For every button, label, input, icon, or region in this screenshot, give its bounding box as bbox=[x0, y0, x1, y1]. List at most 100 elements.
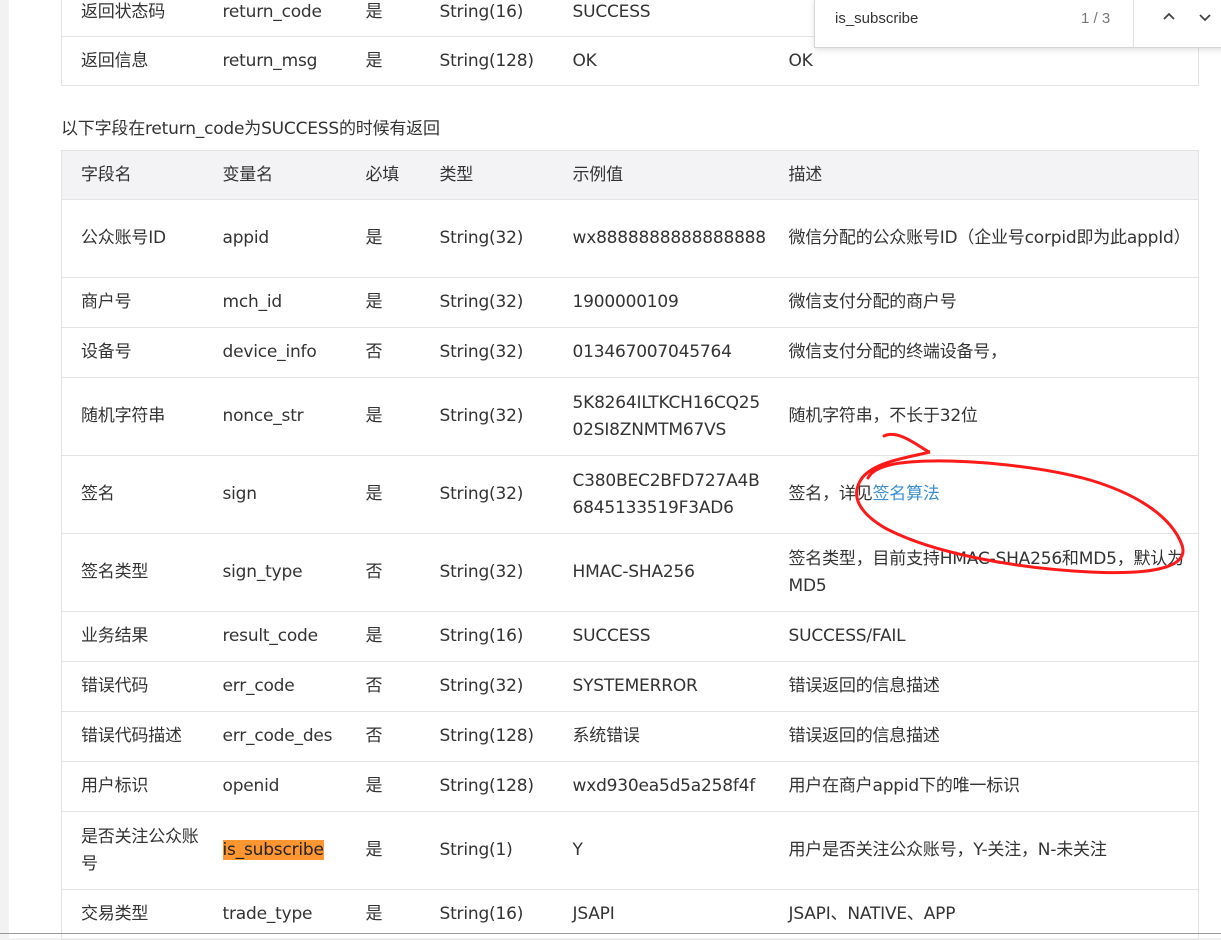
chevron-up-icon bbox=[1163, 12, 1175, 20]
field-name: 错误代码 bbox=[61, 661, 204, 712]
required: 否 bbox=[346, 711, 421, 762]
var-name: sign_type bbox=[203, 533, 347, 612]
var-name-text: trade_type bbox=[222, 904, 313, 924]
field-name: 返回状态码 bbox=[61, 0, 204, 37]
required-text: 是 bbox=[365, 406, 383, 426]
field-name: 签名类型 bbox=[61, 533, 204, 612]
example-text: HMAC-SHA256 bbox=[572, 562, 695, 582]
type-text: String(32) bbox=[439, 342, 524, 362]
required: 是 bbox=[346, 277, 421, 328]
example: JSAPI bbox=[553, 889, 770, 940]
description-text: 微信支付分配的终端设备号， bbox=[788, 342, 1008, 362]
type-text: String(32) bbox=[439, 228, 524, 248]
example: SYSTEMERROR bbox=[553, 661, 770, 712]
description: SUCCESS/FAIL bbox=[769, 611, 1199, 662]
required-text: 是 bbox=[365, 228, 383, 248]
type: String(16) bbox=[420, 889, 554, 940]
example: SUCCESS bbox=[553, 611, 770, 662]
type-text: String(32) bbox=[439, 484, 524, 504]
required: 是 bbox=[346, 377, 421, 456]
description-text: JSAPI、NATIVE、APP bbox=[788, 904, 956, 924]
table-row: 错误代码 err_code 否 String(32) SYSTEMERROR 错误返回的信… bbox=[61, 661, 1199, 712]
description: 微信支付分配的终端设备号， bbox=[769, 327, 1199, 378]
var-name-text: nonce_str bbox=[222, 406, 304, 426]
example-text: JSAPI bbox=[572, 904, 615, 924]
example: 系统错误 bbox=[553, 711, 770, 762]
sign-algorithm-link[interactable]: 签名算法 bbox=[873, 484, 940, 504]
type-text: String(16) bbox=[439, 626, 524, 646]
var-name-text: device_info bbox=[222, 342, 317, 362]
description: 错误返回的信息描述 bbox=[769, 661, 1199, 712]
required-text: 是 bbox=[365, 484, 383, 504]
example: OK bbox=[553, 36, 770, 86]
type-text: String(128) bbox=[439, 726, 534, 746]
required: 是 bbox=[346, 611, 421, 662]
required: 否 bbox=[346, 327, 421, 378]
field-name-text: 签名 bbox=[81, 484, 115, 504]
field-name: 是否关注公众账号 bbox=[61, 811, 204, 890]
type-text: String(1) bbox=[439, 840, 513, 860]
table-header-row: 字段名 变量名 必填 类型 示例值 描述 bbox=[61, 150, 1199, 200]
example: SUCCESS bbox=[553, 0, 770, 37]
table-row: 错误代码描述 err_code_des 否 String(128) 系统错误 错误返回的信… bbox=[61, 711, 1199, 762]
example: C380BEC2BFD727A4B6845133519F3AD6 bbox=[553, 455, 770, 534]
example-text: wxd930ea5d5a258f4f bbox=[572, 776, 756, 796]
description: JSAPI、NATIVE、APP bbox=[769, 889, 1199, 940]
table-row: 签名 sign 是 String(32) C380BEC2BFD727A4B684513… bbox=[61, 455, 1199, 534]
field-name: 签名 bbox=[61, 455, 204, 534]
description: 用户在商户appid下的唯一标识 bbox=[769, 761, 1199, 812]
required-text: 否 bbox=[365, 676, 383, 696]
example-text: 013467007045764 bbox=[572, 342, 732, 362]
field-name: 错误代码描述 bbox=[61, 711, 204, 762]
description: 随机字符串，不长于32位 bbox=[769, 377, 1199, 456]
field-name-text: 错误代码描述 bbox=[81, 726, 182, 746]
required-text: 否 bbox=[365, 562, 383, 582]
field-name-text: 随机字符串 bbox=[81, 406, 165, 426]
example: 013467007045764 bbox=[553, 327, 770, 378]
find-prev-button[interactable] bbox=[1158, 6, 1180, 28]
type: String(32) bbox=[420, 277, 554, 328]
var-name: openid bbox=[203, 761, 347, 812]
var-name: err_code_des bbox=[203, 711, 347, 762]
find-input[interactable]: is_subscribe bbox=[835, 10, 918, 27]
example: 5K8264ILTKCH16CQ2502SI8ZNMTM67VS bbox=[553, 377, 770, 456]
example: 1900000109 bbox=[553, 277, 770, 328]
table-row: 公众账号ID appid 是 String(32) wx8888888888888888… bbox=[61, 199, 1199, 278]
header-example: 示例值 bbox=[553, 150, 770, 200]
var-name-text: result_code bbox=[222, 626, 319, 646]
var-name: device_info bbox=[203, 327, 347, 378]
table-row: 设备号 device_info 否 String(32) 013467007045764… bbox=[61, 327, 1199, 378]
type: String(16) bbox=[420, 0, 554, 37]
var-name-text: err_code_des bbox=[222, 726, 333, 746]
var-name: result_code bbox=[203, 611, 347, 662]
description-text: 错误返回的信息描述 bbox=[788, 676, 940, 696]
type: String(32) bbox=[420, 455, 554, 534]
example-text: C380BEC2BFD727A4B6845133519F3AD6 bbox=[572, 470, 760, 518]
description-text: 签名类型，目前支持HMAC-SHA256和MD5，默认为MD5 bbox=[788, 548, 1185, 596]
search-highlight: is_subscribe bbox=[222, 840, 324, 860]
type-text: String(32) bbox=[439, 292, 524, 312]
type-text: String(16) bbox=[439, 904, 524, 924]
field-name: 设备号 bbox=[61, 327, 204, 378]
type: String(1) bbox=[420, 811, 554, 890]
var-name: err_code bbox=[203, 661, 347, 712]
header-type: 类型 bbox=[420, 150, 554, 200]
find-bar: is_subscribe 1 / 3 bbox=[814, 0, 1221, 48]
example: wx8888888888888888 bbox=[553, 199, 770, 278]
find-next-button[interactable] bbox=[1194, 6, 1216, 28]
description: 用户是否关注公众账号，Y-关注，N-未关注 bbox=[769, 811, 1199, 890]
example: wxd930ea5d5a258f4f bbox=[553, 761, 770, 812]
example-text: 1900000109 bbox=[572, 292, 679, 312]
var-name-text: appid bbox=[222, 228, 270, 248]
example-text: Y bbox=[572, 840, 583, 860]
type: String(32) bbox=[420, 377, 554, 456]
var-name-text: err_code bbox=[222, 676, 295, 696]
field-name: 返回信息 bbox=[61, 36, 204, 86]
header-required: 必填 bbox=[346, 150, 421, 200]
example: Y bbox=[553, 811, 770, 890]
example: HMAC-SHA256 bbox=[553, 533, 770, 612]
field-name: 用户标识 bbox=[61, 761, 204, 812]
required-text: 是 bbox=[365, 904, 383, 924]
var-name: is_subscribe bbox=[203, 811, 347, 890]
table-row: 业务结果 result_code 是 String(16) SUCCESS SUCCESS… bbox=[61, 611, 1199, 662]
